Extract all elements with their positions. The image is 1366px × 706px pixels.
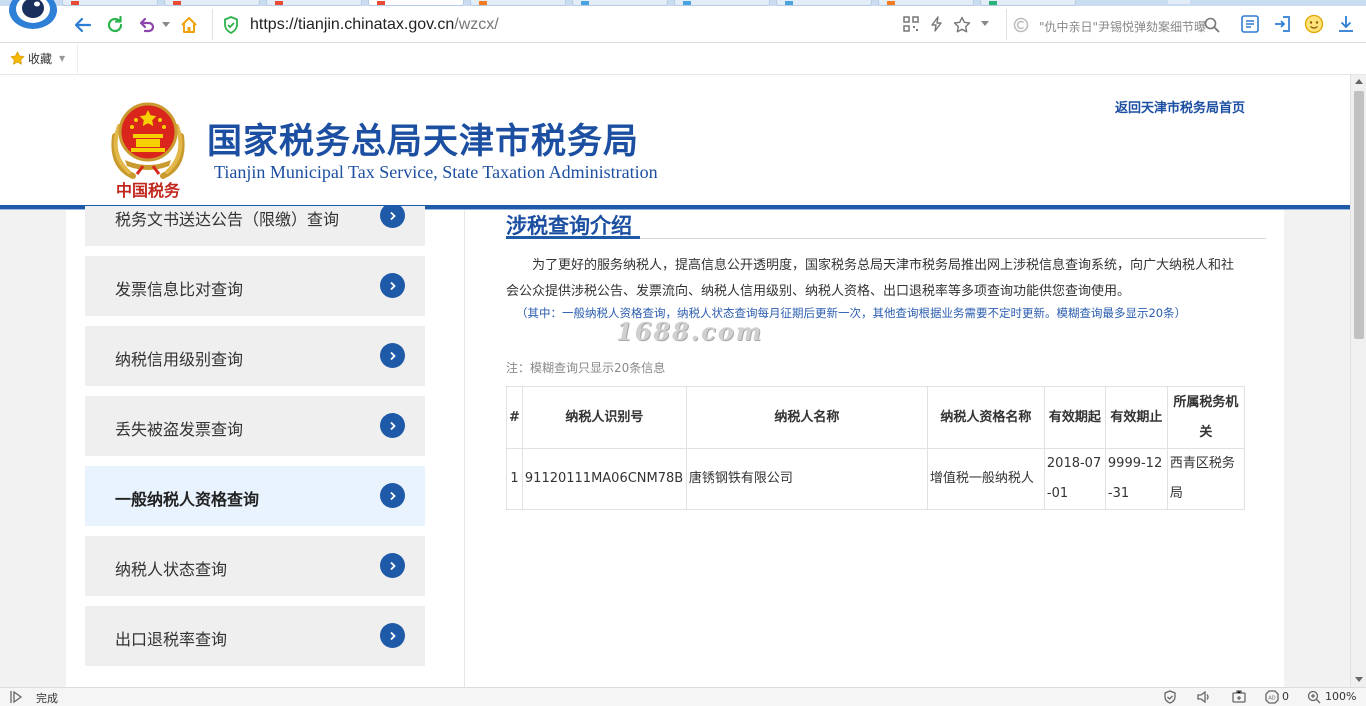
emoji-face-icon[interactable] (1304, 14, 1324, 34)
table-header-row: # 纳税人识别号 纳税人名称 纳税人资格名称 有效期起 有效期止 所属税务机关 (506, 386, 1245, 449)
browser-logo-icon[interactable] (8, 0, 58, 30)
sidebar-item-label: 纳税人状态查询 (115, 560, 228, 579)
chevron-right-icon (380, 206, 405, 228)
chevron-down-icon: ▼ (59, 54, 66, 63)
undo-icon[interactable] (136, 14, 158, 36)
url-text: https://tianjin.chinatax.gov.cn/wzcx/ (250, 16, 499, 33)
table-cell: 91120111MA06CNM78B (521, 448, 687, 510)
sidebar-item-label: 丢失被盗发票查询 (115, 420, 244, 439)
column-header: # (506, 386, 523, 449)
speaker-icon[interactable] (1196, 690, 1212, 704)
sidebar-item-credit-level[interactable]: 纳税信用级别查询 (85, 326, 425, 386)
title-underline (506, 236, 640, 239)
zoom-icon[interactable] (1307, 690, 1321, 704)
search-engine-icon[interactable] (1013, 17, 1029, 33)
qr-code-icon[interactable] (903, 16, 919, 32)
column-header: 有效期止 (1104, 386, 1168, 449)
sidebar-item-label: 税务文书送达公告（限缴）查询 (115, 210, 340, 229)
star-icon (10, 51, 25, 66)
status-text: 完成 (36, 692, 58, 705)
sidebar-item-label: 发票信息比对查询 (115, 280, 244, 299)
adblock-icon[interactable]: AD (1265, 690, 1279, 704)
zoom-level[interactable]: 100% (1325, 690, 1356, 703)
column-header: 有效期起 (1043, 386, 1106, 449)
sidebar-item-taxpayer-status[interactable]: 纳税人状态查询 (85, 536, 425, 596)
watermark: 1688.com (616, 317, 764, 346)
vertical-scrollbar[interactable] (1350, 75, 1366, 687)
chevron-right-icon (380, 273, 405, 298)
chevron-right-icon (380, 413, 405, 438)
intro-paragraph: 为了更好的服务纳税人，提高信息公开透明度，国家税务总局天津市税务局推出网上涉税信… (506, 258, 1235, 299)
table-cell: 1 (506, 448, 523, 510)
chevron-right-icon (380, 343, 405, 368)
favorites-menu[interactable]: 收藏 ▼ (10, 50, 65, 67)
column-header: 纳税人名称 (685, 386, 928, 449)
chevron-right-icon (380, 623, 405, 648)
undo-dropdown-icon[interactable] (160, 14, 172, 36)
sidebar-item-invoice-compare[interactable]: 发票信息比对查询 (85, 256, 425, 316)
column-header: 所属税务机关 (1166, 386, 1245, 449)
lightning-icon[interactable] (929, 16, 945, 32)
bookmarks-bar: 收藏 ▼ (0, 44, 1366, 75)
shield-secure-icon (223, 16, 239, 34)
table-cell: 增值税一般纳税人 (926, 448, 1045, 510)
svg-text:AD: AD (1268, 696, 1275, 702)
table-cell: 唐锈钢铁有限公司 (685, 448, 928, 510)
address-bar[interactable]: https://tianjin.chinatax.gov.cn/wzcx/ (212, 9, 1006, 40)
scrollbar-thumb[interactable] (1354, 91, 1364, 339)
star-bookmark-icon[interactable] (953, 16, 971, 34)
divider (77, 44, 78, 75)
page-viewport: 中国税务 国家税务总局天津市税务局 Tianjin Municipal Tax … (0, 75, 1350, 687)
scroll-down-icon[interactable] (1351, 673, 1366, 687)
sidebar-item-label: 一般纳税人资格查询 (115, 490, 260, 509)
emblem-caption: 中国税务 (116, 181, 181, 200)
home-icon[interactable] (178, 14, 200, 36)
site-header: 中国税务 国家税务总局天津市税务局 Tianjin Municipal Tax … (0, 75, 1350, 205)
chevron-right-icon (380, 553, 405, 578)
download-icon[interactable] (1336, 14, 1356, 34)
sidebar-item-label: 出口退税率查询 (115, 630, 228, 649)
sidebar-item-notice-query[interactable]: 税务文书送达公告（限缴）查询 (85, 206, 425, 246)
table-cell: 西青区税务局 (1166, 448, 1245, 510)
refresh-icon[interactable] (104, 14, 126, 36)
screenshot-icon[interactable] (1231, 690, 1247, 704)
column-header: 纳税人资格名称 (926, 386, 1045, 449)
sidebar-item-label: 纳税信用级别查询 (115, 350, 244, 369)
table-cell: 2018-07-01 (1043, 448, 1106, 510)
new-tab-button[interactable] (1168, 0, 1190, 4)
scroll-up-icon[interactable] (1351, 75, 1366, 89)
fuzzy-query-note: 注：模糊查询只显示20条信息 (506, 361, 666, 375)
search-box[interactable]: "仇中亲日"尹锡悦弹劾案细节曝 (1006, 9, 1226, 40)
site-subtitle: Tianjin Municipal Tax Service, State Tax… (214, 162, 658, 182)
sidebar-item-general-taxpayer[interactable]: 一般纳税人资格查询 (85, 466, 425, 526)
extension-icon[interactable] (1240, 14, 1260, 34)
adblock-count: 0 (1282, 690, 1289, 703)
national-emblem-logo: 中国税务 (103, 96, 193, 202)
table-cell: 9999-12-31 (1104, 448, 1168, 510)
chevron-right-icon (380, 483, 405, 508)
table-row: 1 91120111MA06CNM78B 唐锈钢铁有限公司 增值税一般纳税人 2… (506, 448, 1245, 510)
favorites-label: 收藏 (28, 52, 53, 66)
sidebar-item-export-rebate[interactable]: 出口退税率查询 (85, 606, 425, 666)
chevron-down-icon[interactable] (981, 21, 989, 27)
search-input[interactable]: "仇中亲日"尹锡悦弹劾案细节曝 (1039, 18, 1209, 35)
browser-toolbar: https://tianjin.chinatax.gov.cn/wzcx/ "仇… (0, 6, 1366, 43)
result-table: # 纳税人识别号 纳税人名称 纳税人资格名称 有效期起 有效期止 所属税务机关 … (506, 386, 1245, 510)
return-home-link[interactable]: 返回天津市税务局首页 (1115, 97, 1245, 116)
column-header: 纳税人识别号 (521, 386, 687, 449)
sidebar-toggle-icon[interactable] (9, 690, 23, 704)
back-icon[interactable] (72, 14, 94, 36)
shield-icon[interactable] (1163, 690, 1177, 704)
divider (464, 210, 465, 687)
login-icon[interactable] (1272, 14, 1292, 34)
content-panel: 税务文书送达公告（限缴）查询 发票信息比对查询 纳税信用级别查询 丢失被盗发票查… (66, 206, 1284, 687)
search-icon[interactable] (1204, 17, 1220, 33)
status-bar: 完成 AD 0 100% (0, 687, 1366, 706)
sidebar-item-lost-invoice[interactable]: 丢失被盗发票查询 (85, 396, 425, 456)
site-title: 国家税务总局天津市税务局 (207, 121, 640, 162)
